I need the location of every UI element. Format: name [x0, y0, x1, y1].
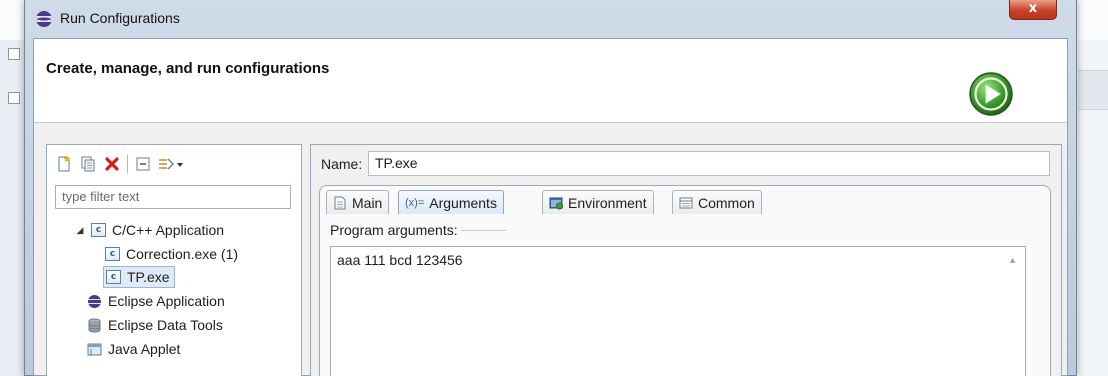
background-right-area	[1078, 40, 1108, 376]
tree-item-java-applet[interactable]: J Java Applet	[87, 338, 180, 360]
duplicate-configuration-button[interactable]	[79, 155, 97, 173]
tab-label: Environment	[568, 194, 647, 211]
background-view-icon	[8, 48, 20, 60]
tree-item-c-cpp-application[interactable]: ◢ c C/C++ Application	[75, 219, 225, 241]
dialog-header: Create, manage, and run configurations	[34, 39, 1067, 123]
run-configurations-dialog: Run Configurations x Create, manage, and…	[24, 0, 1077, 376]
tree-item-label: Eclipse Application	[108, 293, 225, 309]
filter-configurations-button[interactable]	[158, 155, 184, 173]
filter-icon	[159, 158, 183, 170]
tab-label: Main	[352, 194, 383, 211]
dialog-client-area: Create, manage, and run configurations t…	[33, 38, 1068, 376]
window-title: Run Configurations	[60, 10, 180, 26]
tab-common[interactable]: Common	[672, 190, 762, 214]
arguments-tab-content: Program arguments: aaa 111 bcd 123456 ▲	[330, 220, 1040, 376]
c-cpp-app-icon: c	[91, 223, 106, 237]
tab-arguments[interactable]: (x)= Arguments	[398, 190, 504, 214]
tree-item-label: Eclipse Data Tools	[108, 317, 223, 333]
tree-item-correction-exe[interactable]: c Correction.exe (1)	[105, 243, 238, 265]
duplicate-icon	[81, 156, 95, 172]
delete-icon	[105, 157, 119, 171]
name-field[interactable]: TP.exe	[368, 151, 1050, 176]
c-config-icon: c	[105, 247, 120, 261]
collapse-all-button[interactable]	[134, 155, 152, 173]
program-arguments-textarea[interactable]: aaa 111 bcd 123456 ▲	[330, 246, 1026, 376]
program-arguments-label: Program arguments:	[330, 222, 461, 238]
run-icon	[969, 72, 1013, 116]
new-config-icon	[58, 156, 71, 172]
tree-item-label: C/C++ Application	[112, 222, 225, 238]
tree-item-label: Correction.exe (1)	[126, 246, 239, 262]
filter-input[interactable]: type filter text	[55, 185, 291, 209]
tree-item-label: Java Applet	[108, 341, 181, 357]
configuration-tabs: Main (x)= Arguments Environment Common P…	[319, 185, 1051, 376]
collapse-all-icon	[136, 157, 150, 171]
tab-environment[interactable]: Environment	[542, 190, 654, 214]
tab-bar: Main (x)= Arguments Environment Common	[320, 186, 1050, 216]
c-config-icon: c	[106, 270, 121, 284]
configurations-toolbar	[55, 153, 184, 175]
tree-item-tp-exe[interactable]: c TP.exe	[103, 266, 175, 288]
tab-label: Arguments	[429, 194, 497, 211]
configurations-list-pane: type filter text ◢ c C/C++ Application c…	[46, 144, 302, 376]
tree-item-label: TP.exe	[127, 269, 170, 285]
name-label: Name:	[321, 156, 363, 172]
configuration-editor-pane: Name: TP.exe Main (x)= Arguments Environ…	[310, 144, 1062, 376]
common-tab-icon	[679, 197, 693, 208]
delete-configuration-button[interactable]	[103, 155, 121, 173]
title-bar: Run Configurations x	[25, 0, 1076, 38]
tab-main[interactable]: Main	[326, 190, 390, 214]
background-minimize-icon	[8, 92, 20, 104]
background-toolbar-strip	[1078, 70, 1108, 110]
eclipse-icon	[35, 11, 53, 27]
scroll-up-arrow-icon[interactable]: ▲	[1008, 255, 1017, 265]
main-tab-icon	[334, 196, 346, 209]
program-arguments-value: aaa 111 bcd 123456	[337, 252, 463, 268]
new-configuration-button[interactable]	[55, 155, 73, 173]
header-title: Create, manage, and run configurations	[46, 60, 330, 77]
environment-tab-icon	[549, 197, 563, 209]
applet-icon: J	[87, 343, 102, 356]
tree-item-eclipse-application[interactable]: Eclipse Application	[87, 290, 225, 312]
toolbar-separator	[127, 155, 128, 173]
eclipse-icon	[88, 294, 101, 308]
tree-item-eclipse-data-tools[interactable]: Eclipse Data Tools	[87, 314, 223, 336]
database-icon	[88, 318, 101, 332]
svg-text:J: J	[89, 348, 92, 356]
close-button[interactable]: x	[1009, 0, 1057, 20]
expanded-triangle-icon[interactable]: ◢	[75, 225, 85, 235]
arguments-tab-icon: (x)=	[405, 196, 425, 209]
tab-label: Common	[698, 194, 755, 211]
